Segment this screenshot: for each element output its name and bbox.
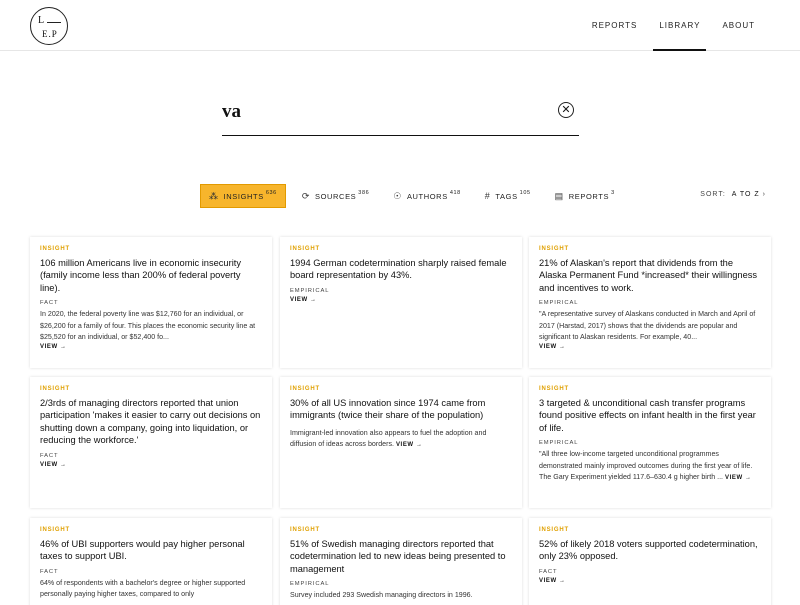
insight-card[interactable]: INSIGHT 3 targeted & unconditional cash … bbox=[529, 377, 771, 508]
card-badge: INSIGHT bbox=[539, 386, 569, 392]
tab-authors[interactable]: ☉ AUTHORS 418 bbox=[385, 184, 469, 208]
tab-tags-count: 105 bbox=[519, 190, 531, 196]
insight-card[interactable]: INSIGHT 46% of UBI supporters would pay … bbox=[30, 518, 272, 605]
tab-reports[interactable]: ▤ REPORTS 3 bbox=[547, 184, 623, 208]
card-title: 2/3rds of managing directors reported th… bbox=[40, 398, 261, 446]
logo[interactable]: L E.P bbox=[30, 7, 68, 45]
tab-authors-count: 418 bbox=[449, 190, 461, 196]
card-view-link[interactable]: VIEW → bbox=[539, 578, 761, 584]
insight-card[interactable]: INSIGHT 21% of Alaskan's report that div… bbox=[529, 237, 771, 368]
card-title: 51% of Swedish managing directors report… bbox=[290, 539, 506, 574]
card-kind: EMPIRICAL bbox=[290, 581, 330, 588]
card-badge: INSIGHT bbox=[40, 246, 70, 252]
card-title: 21% of Alaskan's report that dividends f… bbox=[539, 258, 758, 293]
search-bar: ✕ bbox=[222, 92, 579, 136]
card-body: 64% of respondents with a bachelor's deg… bbox=[40, 578, 246, 599]
card-title: 3 targeted & unconditional cash transfer… bbox=[539, 398, 756, 433]
card-badge: INSIGHT bbox=[539, 527, 569, 533]
tab-reports-count: 3 bbox=[611, 190, 615, 196]
card-body: In 2020, the federal poverty line was $1… bbox=[40, 310, 256, 342]
card-badge: INSIGHT bbox=[290, 386, 320, 392]
top-header: L E.P REPORTS LIBRARY ABOUT bbox=[0, 0, 800, 51]
insight-card[interactable]: INSIGHT 106 million Americans live in ec… bbox=[30, 237, 272, 368]
main-nav: REPORTS LIBRARY ABOUT bbox=[576, 0, 761, 51]
card-view-link[interactable]: VIEW → bbox=[40, 344, 262, 350]
card-badge: INSIGHT bbox=[290, 527, 320, 533]
card-view-link[interactable]: VIEW → bbox=[725, 475, 752, 481]
insight-card[interactable]: INSIGHT 51% of Swedish managing director… bbox=[280, 518, 522, 605]
insight-card[interactable]: INSIGHT 1994 German codetermination shar… bbox=[280, 237, 522, 368]
card-body: "A representative survey of Alaskans con… bbox=[539, 310, 756, 342]
card-badge: INSIGHT bbox=[539, 246, 569, 252]
card-body: "All three low-income targeted unconditi… bbox=[539, 449, 761, 485]
sort-value: A TO Z bbox=[731, 191, 760, 198]
search-input[interactable] bbox=[222, 96, 542, 128]
logo-letter-top: L bbox=[38, 15, 45, 26]
logo-bar bbox=[47, 22, 61, 23]
insight-card[interactable]: INSIGHT 52% of likely 2018 voters suppor… bbox=[529, 518, 771, 605]
card-body-text: "All three low-income targeted unconditi… bbox=[539, 450, 753, 482]
card-title: 1994 German codetermination sharply rais… bbox=[290, 258, 507, 281]
card-title: 106 million Americans live in economic i… bbox=[40, 258, 241, 293]
card-kind: EMPIRICAL bbox=[539, 440, 579, 447]
card-view-link[interactable]: VIEW → bbox=[396, 442, 423, 448]
card-title: 52% of likely 2018 voters supported code… bbox=[539, 539, 758, 562]
tab-tags[interactable]: # TAGS 105 bbox=[477, 184, 539, 208]
chevron-right-icon: › bbox=[762, 191, 766, 198]
nav-about[interactable]: ABOUT bbox=[716, 0, 761, 51]
card-view-link[interactable]: VIEW → bbox=[40, 462, 262, 468]
tab-sources[interactable]: ⟳ SOURCES 386 bbox=[294, 184, 377, 208]
tab-reports-label: REPORTS bbox=[568, 191, 610, 201]
card-view-link[interactable]: VIEW → bbox=[539, 344, 761, 350]
card-kind: FACT bbox=[40, 452, 59, 459]
close-icon[interactable]: ✕ bbox=[558, 102, 574, 118]
insight-card[interactable]: INSIGHT 2/3rds of managing directors rep… bbox=[30, 377, 272, 508]
tab-sources-label: SOURCES bbox=[314, 191, 357, 201]
reports-icon: ▤ bbox=[554, 190, 564, 201]
tab-sources-count: 386 bbox=[358, 190, 370, 196]
card-badge: INSIGHT bbox=[290, 246, 320, 252]
tab-insights[interactable]: ⁂ INSIGHTS 636 bbox=[200, 184, 286, 208]
card-title: 46% of UBI supporters would pay higher p… bbox=[40, 539, 245, 562]
tab-authors-label: AUTHORS bbox=[406, 191, 448, 201]
card-body: Immigrant-led innovation also appears to… bbox=[290, 428, 512, 452]
tab-insights-label: INSIGHTS bbox=[223, 191, 264, 201]
nav-library[interactable]: LIBRARY bbox=[653, 0, 707, 51]
card-badge: INSIGHT bbox=[40, 386, 70, 392]
card-badge: INSIGHT bbox=[40, 527, 70, 533]
card-body-text: Immigrant-led innovation also appears to… bbox=[290, 428, 487, 449]
insight-card[interactable]: INSIGHT 30% of all US innovation since 1… bbox=[280, 377, 522, 508]
card-kind: EMPIRICAL bbox=[290, 287, 330, 294]
logo-letter-bottom: E.P bbox=[42, 29, 58, 39]
tab-insights-count: 636 bbox=[265, 190, 277, 196]
card-title: 30% of all US innovation since 1974 came… bbox=[290, 398, 486, 421]
card-kind: FACT bbox=[40, 300, 59, 307]
card-kind: FACT bbox=[539, 568, 558, 575]
card-view-link[interactable]: VIEW → bbox=[290, 297, 512, 303]
card-kind: EMPIRICAL bbox=[539, 300, 579, 307]
card-kind: FACT bbox=[40, 568, 59, 575]
sources-icon: ⟳ bbox=[301, 190, 310, 201]
authors-icon: ☉ bbox=[393, 190, 402, 201]
sort-label: SORT: bbox=[700, 191, 726, 198]
insights-icon: ⁂ bbox=[209, 190, 219, 201]
card-body: Survey included 293 Swedish managing dir… bbox=[290, 591, 473, 600]
sort-control[interactable]: SORT: A TO Z › bbox=[700, 191, 766, 198]
tags-icon: # bbox=[484, 191, 491, 201]
tab-tags-label: TAGS bbox=[495, 191, 518, 201]
nav-reports[interactable]: REPORTS bbox=[586, 0, 644, 51]
filter-tabs: ⁂ INSIGHTS 636 ⟳ SOURCES 386 ☉ AUTHORS 4… bbox=[200, 184, 631, 208]
